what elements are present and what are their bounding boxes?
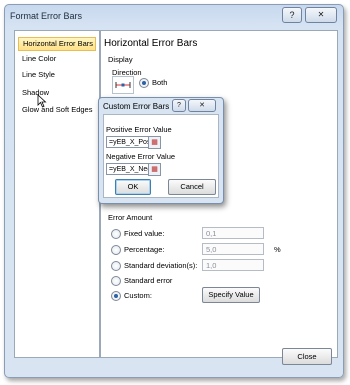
error-amount-label: Error Amount	[108, 213, 153, 222]
nav-item-line-style[interactable]: Line Style	[18, 68, 96, 82]
standard-error-label: Standard error	[124, 276, 173, 285]
standard-deviation-label: Standard deviation(s):	[124, 261, 198, 270]
close-button[interactable]: Close	[282, 348, 332, 365]
standard-deviation-field[interactable]: 1,0	[202, 259, 264, 271]
nav-item-horizontal-error-bars[interactable]: Horizontal Error Bars	[18, 37, 96, 51]
negative-error-label: Negative Error Value	[106, 152, 176, 161]
both-radio[interactable]	[139, 78, 149, 88]
cancel-button[interactable]: Cancel	[168, 179, 216, 195]
positive-error-input[interactable]: =yEB_X_Pos	[106, 136, 152, 148]
positive-range-picker-icon[interactable]: ▦	[148, 136, 161, 149]
percent-sign: %	[274, 245, 281, 254]
nav-item-shadow[interactable]: Shadow	[18, 86, 96, 100]
fixed-value-radio[interactable]	[111, 229, 121, 239]
pane-title: Horizontal Error Bars	[104, 38, 198, 49]
custom-radio[interactable]	[111, 291, 121, 301]
fixed-value-field[interactable]: 0,1	[202, 227, 264, 239]
ok-button[interactable]: OK	[115, 179, 151, 195]
fixed-value-label: Fixed value:	[124, 229, 165, 238]
both-label: Both	[152, 78, 168, 87]
nav-item-line-color[interactable]: Line Color	[18, 52, 96, 66]
custom-dialog-title: Custom Error Bars	[103, 102, 170, 111]
mouse-cursor-icon	[37, 94, 47, 108]
percentage-label: Percentage:	[124, 245, 165, 254]
both-direction-icon	[112, 76, 134, 94]
positive-error-label: Positive Error Value	[106, 125, 172, 134]
custom-help-button[interactable]: ?	[172, 99, 186, 112]
help-button[interactable]: ?	[282, 7, 302, 23]
custom-label: Custom:	[124, 291, 152, 300]
display-label: Display	[108, 55, 133, 64]
custom-close-button[interactable]: ✕	[188, 99, 216, 112]
negative-range-picker-icon[interactable]: ▦	[148, 163, 161, 176]
standard-deviation-radio[interactable]	[111, 261, 121, 271]
close-window-button[interactable]: ✕	[305, 7, 337, 23]
percentage-radio[interactable]	[111, 245, 121, 255]
dialog-title: Format Error Bars	[10, 11, 83, 21]
negative-error-input[interactable]: =yEB_X_Neg	[106, 163, 152, 175]
standard-error-radio[interactable]	[111, 276, 121, 286]
specify-value-button[interactable]: Specify Value	[202, 287, 260, 303]
percentage-field[interactable]: 5,0	[202, 243, 264, 255]
nav-item-glow-soft-edges[interactable]: Glow and Soft Edges	[18, 103, 96, 117]
